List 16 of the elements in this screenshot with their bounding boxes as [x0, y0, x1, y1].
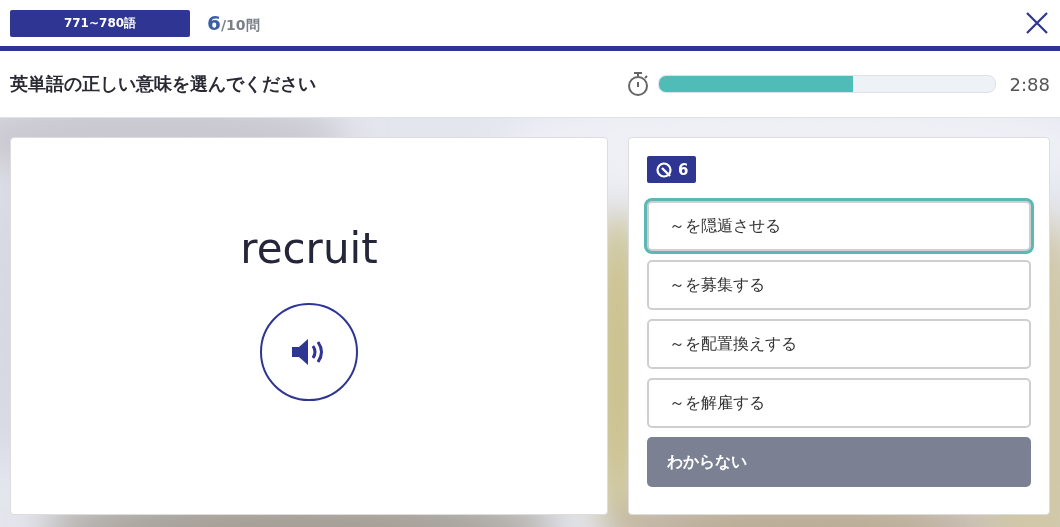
range-label: 771~780語	[10, 9, 190, 37]
gauge-icon	[655, 160, 673, 179]
answer-option[interactable]: ～を募集する	[647, 260, 1031, 310]
question-number: 6	[207, 11, 221, 35]
answer-option[interactable]: ～を配置換えする	[647, 319, 1031, 369]
close-icon	[1025, 11, 1049, 35]
question-total: /10問	[220, 17, 260, 35]
close-button[interactable]	[1024, 10, 1050, 36]
vocabulary-word: recruit	[240, 224, 378, 273]
skip-button[interactable]: わからない	[647, 437, 1031, 487]
answer-option[interactable]: ～を隠遁させる	[647, 201, 1031, 251]
timer-reading: 2:88	[1009, 73, 1050, 95]
instruction-text: 英単語の正しい意味を選んでください	[10, 72, 316, 96]
stopwatch-icon	[625, 71, 650, 97]
answer-option[interactable]: ～を解雇する	[647, 378, 1031, 428]
attempt-badge: 6	[647, 156, 697, 183]
